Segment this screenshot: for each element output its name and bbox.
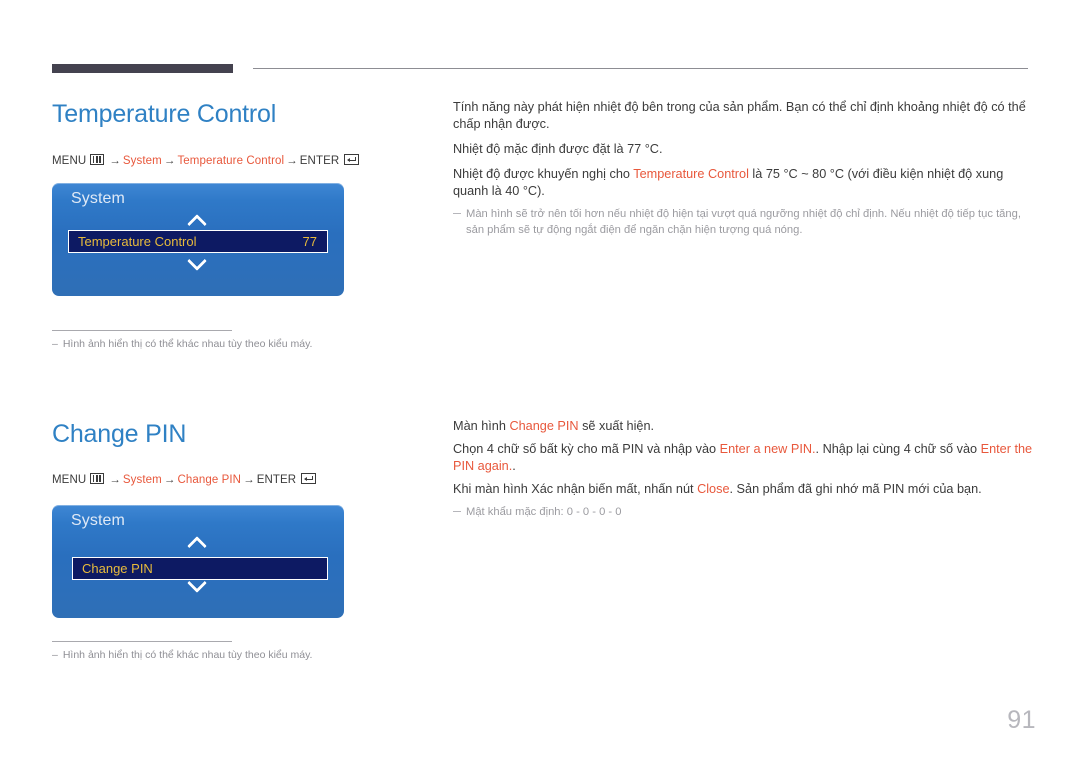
- breadcrumb-menu-label-2: MENU: [52, 474, 87, 486]
- body-paragraph-2-text: Nhiệt độ mặc định được đặt là 77 °C.: [453, 142, 663, 156]
- breadcrumb-arrow-5: →: [163, 474, 176, 486]
- footnote-divider-2: [52, 641, 232, 642]
- body-paragraph-5: Chọn 4 chữ số bất kỳ cho mã PIN và nhập …: [453, 441, 1033, 475]
- body-paragraph-6-lead: Khi màn hình Xác nhận biến mất, nhấn nút: [453, 482, 698, 496]
- breadcrumb-crumb-system: System: [122, 155, 162, 167]
- footnote-text-2: Hình ảnh hiển thị có thể khác nhau tùy t…: [62, 649, 313, 661]
- breadcrumb-menu-label: MENU: [52, 155, 87, 167]
- body-column-temperature-control: Tính năng này phát hiện nhiệt độ bên tro…: [453, 99, 1033, 238]
- breadcrumb-arrow-6: →: [243, 474, 255, 486]
- body-paragraph-4-lead: Màn hình: [453, 419, 510, 433]
- footnote-dash-2: –: [52, 649, 58, 661]
- footnote-text: Hình ảnh hiển thị có thể khác nhau tùy t…: [62, 338, 313, 350]
- breadcrumb-arrow-1: →: [109, 155, 121, 167]
- body-note-2-text: Mật khẩu mặc định: 0 - 0 - 0 - 0: [466, 506, 622, 518]
- page-title-change-pin: Change PIN: [52, 420, 187, 448]
- chevron-up-icon[interactable]: [187, 536, 209, 547]
- header-rule-thick: [52, 64, 233, 73]
- menu-grid-icon: [90, 154, 105, 165]
- body-paragraph-3: Nhiệt độ được khuyến nghị cho Temperatur…: [453, 166, 1033, 200]
- body-paragraph-4: Màn hình Change PIN sẽ xuất hiện.: [453, 418, 1033, 435]
- breadcrumb-change-pin: MENU → System → Change PIN → ENTER: [52, 473, 317, 486]
- chevron-down-icon[interactable]: [187, 254, 209, 265]
- breadcrumb-enter-label: ENTER: [299, 155, 340, 167]
- header-rule-thin: [253, 68, 1028, 69]
- body-note-2: Mật khẩu mặc định: 0 - 0 - 0 - 0: [453, 504, 1033, 520]
- footnote-change-pin: – Hình ảnh hiển thị có thể khác nhau tùy …: [52, 649, 312, 661]
- chevron-up-icon[interactable]: [187, 214, 209, 225]
- osd-row-label-2: Change PIN: [82, 561, 153, 576]
- body-paragraph-3-highlight: Temperature Control: [633, 167, 749, 181]
- body-paragraph-5-tail: .: [512, 459, 516, 473]
- body-paragraph-4-tail: sẽ xuất hiện.: [578, 419, 655, 433]
- body-paragraph-3-lead: Nhiệt độ được khuyến nghị cho: [453, 167, 634, 181]
- osd-panel-title: System: [71, 190, 125, 207]
- page-number: 91: [1007, 706, 1036, 734]
- body-paragraph-6: Khi màn hình Xác nhận biến mất, nhấn nút…: [453, 481, 1033, 498]
- enter-return-icon: [344, 154, 360, 165]
- breadcrumb-arrow-4: →: [109, 474, 121, 486]
- footnote-temperature-control: – Hình ảnh hiển thị có thể khác nhau tùy …: [52, 338, 312, 350]
- breadcrumb-arrow-2: →: [163, 155, 176, 167]
- body-paragraph-2: Nhiệt độ mặc định được đặt là 77 °C.: [453, 141, 1033, 158]
- menu-grid-icon: [90, 473, 105, 484]
- body-paragraph-1: Tính năng này phát hiện nhiệt độ bên tro…: [453, 99, 1033, 133]
- page-title-temperature-control: Temperature Control: [52, 100, 277, 128]
- body-paragraph-6-highlight: Close: [697, 482, 730, 496]
- body-paragraph-1-text: Tính năng này phát hiện nhiệt độ bên tro…: [453, 100, 1026, 131]
- body-paragraph-4-highlight: Change PIN: [509, 419, 579, 433]
- osd-panel-change-pin: System Change PIN: [52, 505, 344, 618]
- breadcrumb-crumb-temperature-control: Temperature Control: [177, 155, 285, 167]
- breadcrumb-crumb-change-pin: Change PIN: [177, 474, 242, 486]
- body-paragraph-5-mid: . Nhập lại cùng 4 chữ số vào: [815, 442, 981, 456]
- document-page: Temperature Control MENU → System → Temperat…: [0, 0, 1080, 763]
- body-paragraph-5-lead: Chọn 4 chữ số bất kỳ cho mã PIN và nhập …: [453, 442, 720, 456]
- enter-return-icon: [301, 473, 317, 484]
- breadcrumb-temperature-control: MENU → System → Temperature Control → ENTER: [52, 154, 360, 167]
- body-column-change-pin: Màn hình Change PIN sẽ xuất hiện. Chọn 4…: [453, 418, 1033, 520]
- osd-panel-title-2: System: [71, 512, 125, 529]
- osd-panel-temperature-control: System Temperature Control 77: [52, 183, 344, 296]
- chevron-down-icon[interactable]: [187, 576, 209, 587]
- footnote-divider: [52, 330, 232, 331]
- osd-row-value: 77: [302, 234, 317, 249]
- breadcrumb-arrow-3: →: [286, 155, 298, 167]
- body-note-1: Màn hình sẽ trở nên tối hơn nếu nhiệt độ…: [453, 206, 1033, 238]
- body-paragraph-5-highlight-1: Enter a new PIN.: [719, 442, 816, 456]
- footnote-dash: –: [52, 338, 58, 350]
- breadcrumb-enter-label-2: ENTER: [256, 474, 297, 486]
- osd-row-temperature-control[interactable]: Temperature Control 77: [68, 230, 328, 253]
- osd-row-label: Temperature Control: [78, 234, 197, 249]
- body-paragraph-6-tail: . Sản phẩm đã ghi nhớ mã PIN mới của bạn…: [729, 482, 982, 496]
- breadcrumb-crumb-system-2: System: [122, 474, 162, 486]
- body-note-1-text: Màn hình sẽ trở nên tối hơn nếu nhiệt độ…: [466, 208, 1021, 236]
